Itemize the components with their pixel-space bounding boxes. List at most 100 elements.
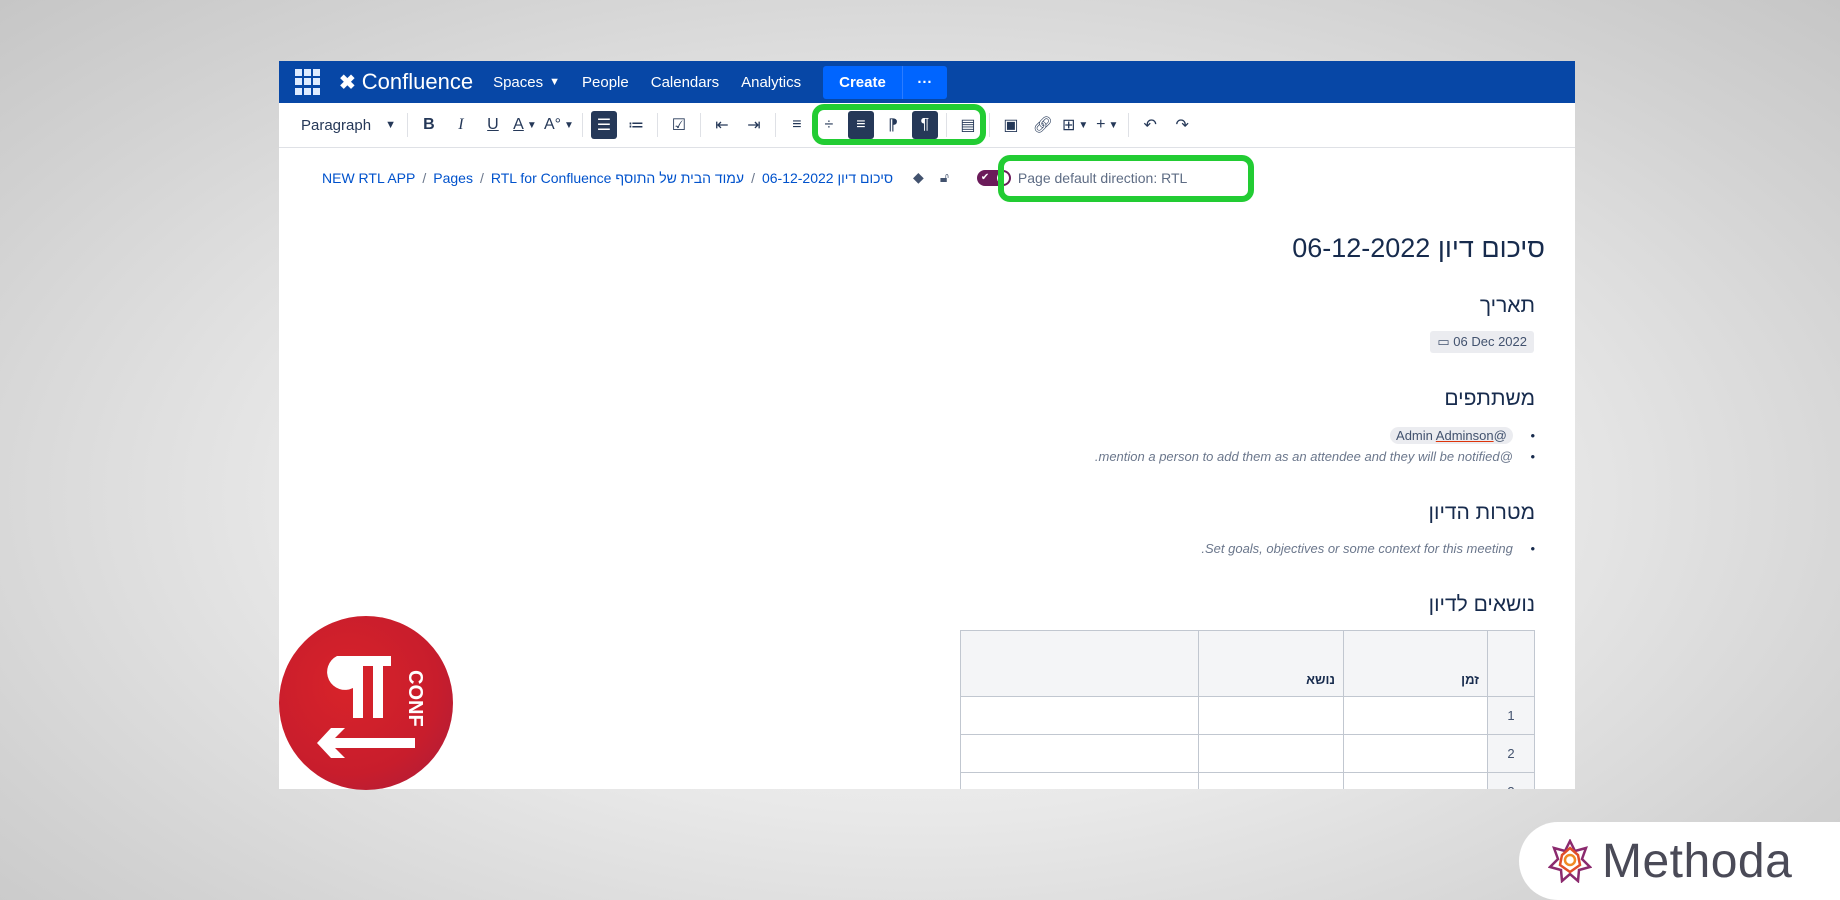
numbered-list-icon: ≔ bbox=[627, 117, 644, 134]
numbered-list-button[interactable]: ≔ bbox=[623, 111, 649, 139]
undo-button[interactable]: ↶ bbox=[1137, 111, 1163, 139]
table-cell[interactable] bbox=[1343, 696, 1488, 735]
date-heading[interactable]: תאריך bbox=[1480, 294, 1535, 318]
app-switcher-icon[interactable] bbox=[295, 69, 321, 95]
align-left-button[interactable]: ≡ bbox=[784, 111, 810, 139]
table-cell[interactable] bbox=[960, 696, 1199, 735]
table-cell[interactable] bbox=[1343, 734, 1488, 773]
insert-more-button[interactable]: + ▼ bbox=[1094, 111, 1120, 139]
methoda-star-icon bbox=[1548, 839, 1592, 883]
bullet-list-icon: ☰ bbox=[596, 117, 612, 134]
top-nav: ✖ Confluence Spaces ▼ People Calendars A… bbox=[279, 61, 1575, 103]
direction-toggle-highlight bbox=[998, 155, 1254, 202]
nav-spaces[interactable]: Spaces ▼ bbox=[493, 74, 560, 91]
image-icon: ▣ bbox=[1003, 117, 1019, 134]
list-item[interactable]: • Admin Adminson@ bbox=[1390, 427, 1535, 444]
chevron-down-icon: ▼ bbox=[1078, 119, 1089, 131]
goals-heading[interactable]: מטרות הדיון bbox=[1429, 501, 1535, 525]
table-cell[interactable] bbox=[1198, 734, 1344, 773]
mention-placeholder: @mention a person to add them as an atte… bbox=[1094, 449, 1513, 464]
list-item[interactable]: • @mention a person to add them as an at… bbox=[1095, 449, 1535, 464]
bullet-list-button[interactable]: ☰ bbox=[590, 111, 617, 139]
insert-table-button[interactable]: ⊞ ▼ bbox=[1062, 111, 1088, 139]
breadcrumb-item[interactable]: NEW RTL APP bbox=[322, 170, 415, 186]
table-icon: ⊞ bbox=[1061, 117, 1076, 134]
app-name: Confluence bbox=[361, 69, 474, 94]
divider bbox=[656, 113, 658, 137]
mention-at: @ bbox=[1493, 428, 1507, 443]
bold-button[interactable]: B bbox=[416, 111, 442, 139]
nav-spaces-label: Spaces bbox=[493, 73, 544, 91]
participants-heading[interactable]: משתתפים bbox=[1444, 387, 1535, 411]
task-button[interactable]: ☑ bbox=[666, 111, 692, 139]
mention-last-name: Adminson bbox=[1435, 428, 1494, 443]
nav-people[interactable]: People bbox=[582, 74, 629, 91]
text-color-button[interactable]: A ▼ bbox=[512, 111, 538, 139]
text-style-button[interactable]: A° ▼ bbox=[544, 111, 574, 139]
breadcrumb-separator: / bbox=[751, 169, 755, 186]
table-row: 1 bbox=[960, 696, 1535, 735]
date-lozenge[interactable]: ▭ 06 Dec 2022 bbox=[1430, 331, 1534, 353]
more-create-button[interactable]: ··· bbox=[901, 65, 947, 99]
unlock-icon[interactable]: 🔓︎ bbox=[940, 169, 949, 186]
chevron-down-icon: ▼ bbox=[385, 119, 396, 131]
confluence-window: ✖ Confluence Spaces ▼ People Calendars A… bbox=[279, 61, 1575, 789]
redo-button[interactable]: ↷ bbox=[1169, 111, 1195, 139]
goals-placeholder: Set goals, objectives or some context fo… bbox=[1201, 541, 1513, 556]
link-icon: 🔗︎ bbox=[1032, 117, 1054, 134]
breadcrumb-item[interactable]: סיכום דיון 06-12-2022 bbox=[762, 170, 893, 186]
underline-button[interactable]: U bbox=[480, 111, 506, 139]
breadcrumb-item[interactable]: Pages bbox=[433, 170, 473, 186]
create-button[interactable]: Create bbox=[823, 65, 902, 99]
user-mention[interactable]: Admin Adminson@ bbox=[1390, 427, 1513, 444]
topics-table[interactable]: זמן נושא 1 2 3 bbox=[960, 630, 1535, 789]
text-color-label: A bbox=[513, 116, 524, 133]
table-cell[interactable] bbox=[960, 772, 1199, 789]
bullet-dot: • bbox=[1530, 541, 1535, 556]
table-cell[interactable] bbox=[1198, 772, 1344, 789]
topics-heading[interactable]: נושאים לדיון bbox=[1429, 593, 1535, 617]
table-header-topic[interactable]: נושא bbox=[1198, 630, 1344, 697]
breadcrumb-item[interactable]: RTL for Confluence עמוד הבית של התוסף bbox=[491, 170, 744, 186]
paragraph-label: Paragraph bbox=[301, 116, 372, 134]
table-row: 2 bbox=[960, 734, 1535, 773]
methoda-logo: Methoda bbox=[1519, 822, 1840, 900]
insert-image-button[interactable]: ▣ bbox=[998, 111, 1024, 139]
table-row: 3 bbox=[960, 772, 1535, 789]
table-header-row: זמן נושא bbox=[960, 630, 1535, 697]
table-header-cell[interactable] bbox=[960, 630, 1199, 697]
badge-text: CONF bbox=[404, 670, 426, 727]
nav-calendars[interactable]: Calendars bbox=[651, 74, 719, 91]
calendar-icon: ▭ bbox=[1437, 334, 1450, 349]
divider bbox=[699, 113, 701, 137]
divider bbox=[774, 113, 776, 137]
divider bbox=[988, 113, 990, 137]
outdent-button[interactable]: ⇤ bbox=[709, 111, 735, 139]
mention-first-name: Admin bbox=[1396, 428, 1433, 443]
table-cell[interactable] bbox=[1343, 772, 1488, 789]
nav-analytics[interactable]: Analytics bbox=[741, 74, 801, 91]
table-cell[interactable] bbox=[1198, 696, 1344, 735]
label-tag-icon[interactable]: ◆ bbox=[913, 169, 924, 186]
confluence-logo[interactable]: ✖ Confluence bbox=[339, 69, 473, 95]
redo-icon: ↷ bbox=[1175, 117, 1189, 134]
insert-link-button[interactable]: 🔗︎ bbox=[1030, 111, 1056, 139]
table-cell[interactable] bbox=[960, 734, 1199, 773]
table-corner-cell bbox=[1487, 630, 1535, 697]
indent-icon: ⇥ bbox=[747, 117, 761, 134]
paragraph-style-select[interactable]: Paragraph ▼ bbox=[301, 117, 396, 134]
page-title[interactable]: סיכום דיון 06-12-2022 bbox=[1292, 233, 1545, 264]
outdent-icon: ⇤ bbox=[715, 117, 729, 134]
italic-button[interactable]: I bbox=[448, 111, 474, 139]
row-number: 3 bbox=[1487, 772, 1535, 789]
list-item[interactable]: • Set goals, objectives or some context … bbox=[1201, 541, 1535, 556]
pilcrow-arrow-icon: CONF bbox=[317, 656, 426, 758]
date-value: 06 Dec 2022 bbox=[1453, 334, 1527, 349]
plus-icon: + bbox=[1096, 116, 1106, 133]
table-header-time[interactable]: זמן bbox=[1343, 630, 1488, 697]
indent-button[interactable]: ⇥ bbox=[741, 111, 767, 139]
breadcrumb-separator: / bbox=[422, 169, 427, 186]
chevron-down-icon: ▼ bbox=[1108, 119, 1119, 131]
chevron-down-icon: ▼ bbox=[526, 119, 537, 131]
divider bbox=[581, 113, 583, 137]
